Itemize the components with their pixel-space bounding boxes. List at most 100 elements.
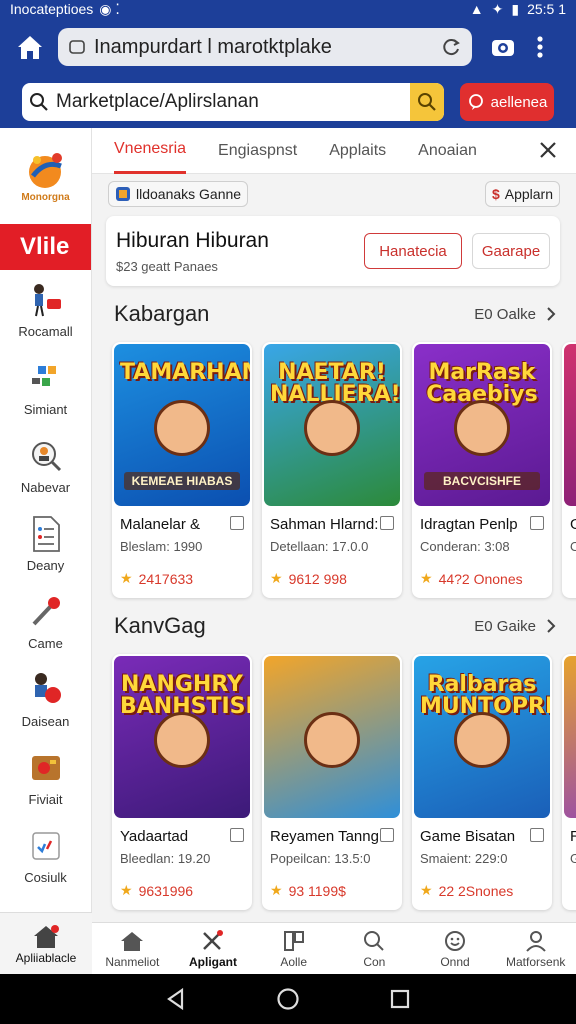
home-button[interactable] bbox=[10, 27, 50, 67]
download-icon[interactable] bbox=[230, 828, 244, 842]
status-carrier-text: Inocateptioes bbox=[10, 1, 94, 17]
app-card[interactable]: NANGHRY BANHSTISE Yadaartad Bleedlan: 19.2… bbox=[112, 654, 252, 910]
app-rating: ★ 44?2 Onones bbox=[420, 570, 552, 587]
rating-value: 22 2Snones bbox=[438, 882, 514, 899]
app-thumbnail[interactable]: Ralbaras MUNTOPRHS bbox=[414, 656, 550, 818]
see-all-link[interactable]: E0 Gaike bbox=[474, 618, 556, 635]
download-icon[interactable] bbox=[530, 516, 544, 530]
notification-icon: ◉ ⁚ bbox=[99, 0, 120, 17]
app-thumbnail[interactable] bbox=[564, 656, 576, 818]
app-meta: Conderan: 3:08 bbox=[420, 539, 510, 554]
app-thumbnail[interactable]: TAMARHAM! KEMEAE HIABAS bbox=[114, 344, 250, 506]
star-icon: ★ bbox=[270, 570, 283, 586]
chevron-right-icon bbox=[547, 307, 556, 321]
browser-toolbar: Inampurdart l marotktplake bbox=[0, 18, 576, 76]
tab-engiaspnst[interactable]: Engiaspnst bbox=[218, 128, 297, 174]
sidebar-item-deany[interactable]: Deany bbox=[0, 504, 91, 582]
address-bar[interactable]: Inampurdart l marotktplake bbox=[58, 28, 472, 66]
bottom-nav-item[interactable]: Nanmeliot bbox=[92, 923, 173, 974]
search-icon bbox=[418, 93, 436, 111]
search-submit-button[interactable] bbox=[410, 83, 444, 121]
account-button[interactable]: aellenea bbox=[460, 83, 554, 121]
app-meta: Gc bbox=[570, 851, 576, 866]
sidebar-home-tab[interactable]: Apliiablacle bbox=[0, 912, 92, 974]
sidebar-item-active[interactable]: Vlile bbox=[0, 224, 91, 270]
tab-anoaian[interactable]: Anoaian bbox=[418, 128, 477, 174]
sidebar-item-label: Fiviait bbox=[28, 791, 63, 807]
bottom-nav-label: Onnd bbox=[440, 954, 470, 969]
promo-primary-button[interactable]: Hanatecia bbox=[364, 233, 462, 269]
apply-filter-chip[interactable]: $ Applarn bbox=[484, 181, 560, 207]
tabs-button[interactable] bbox=[488, 32, 518, 62]
bottom-nav-item[interactable]: Matforsenk bbox=[495, 923, 576, 974]
chip-label: lldoanaks Ganne bbox=[136, 186, 242, 202]
account-button-label: aellenea bbox=[490, 93, 548, 111]
download-icon[interactable] bbox=[530, 828, 544, 842]
app-name: Yadaartad bbox=[120, 828, 189, 845]
marketplace-search-bar: Marketplace/Aplirslanan aellenea bbox=[0, 76, 576, 128]
bottom-nav-label: Apligant bbox=[189, 954, 237, 969]
app-name: Ga bbox=[570, 516, 576, 533]
tab-vnenesria[interactable]: Vnenesria bbox=[114, 128, 187, 174]
app-thumbnail[interactable]: NANGHRY BANHSTISE bbox=[114, 656, 250, 818]
app-card[interactable]: NAETAR! NALLIERA! Sahman Hlarnd: Detellaan… bbox=[262, 342, 402, 598]
person-cart-icon bbox=[26, 280, 66, 320]
app-card[interactable]: TAMARHAM! KEMEAE HIABAS Malanelar & Bleslam… bbox=[112, 342, 252, 598]
promo-secondary-button[interactable]: Gaarape bbox=[472, 233, 550, 269]
rating-value: 9612 998 bbox=[288, 570, 347, 587]
download-icon[interactable] bbox=[230, 516, 244, 530]
bottom-nav-item[interactable]: Apligant bbox=[173, 923, 254, 974]
app-card[interactable]: Ga Or bbox=[562, 342, 576, 598]
games-filter-chip[interactable]: lldoanaks Ganne bbox=[108, 181, 249, 207]
sidebar-item-cosiulk[interactable]: Cosiulk bbox=[0, 816, 91, 894]
bottom-nav-item[interactable]: Aolle bbox=[253, 923, 334, 974]
app-thumbnail[interactable] bbox=[264, 656, 400, 818]
app-thumbnail[interactable]: MarRask Caaebiys BACVCISHFE bbox=[414, 344, 550, 506]
close-icon[interactable] bbox=[538, 140, 558, 160]
rating-value: 93 1199$ bbox=[288, 882, 346, 899]
reload-icon[interactable] bbox=[440, 36, 462, 58]
app-sections: Kabargan E0 Oalke TAMARHAM! KEMEAE HIABAS Ma… bbox=[92, 286, 576, 910]
app-meta: Popeilcan: 13.5:0 bbox=[270, 851, 371, 866]
see-all-link[interactable]: E0 Oalke bbox=[474, 306, 556, 323]
bottom-nav-item[interactable]: Onnd bbox=[415, 923, 496, 974]
character-illustration bbox=[154, 400, 210, 456]
logo-icon bbox=[28, 152, 62, 188]
sidebar-item-label: Nabevar bbox=[20, 479, 71, 495]
lock-icon bbox=[69, 40, 85, 54]
tools-icon bbox=[200, 929, 226, 953]
overflow-menu-button[interactable] bbox=[530, 32, 550, 62]
blocks-icon bbox=[26, 358, 66, 398]
recents-icon[interactable] bbox=[388, 987, 412, 1011]
category-sidebar: Monorgna Vlile Rocamall Simiant Nabevar … bbox=[0, 128, 92, 974]
download-icon[interactable] bbox=[380, 516, 394, 530]
brand-logo[interactable]: Monorgna bbox=[0, 128, 91, 224]
home-icon bbox=[119, 929, 145, 953]
download-icon[interactable] bbox=[380, 828, 394, 842]
sidebar-item-label: Rocamall bbox=[18, 323, 73, 339]
bottom-nav-label: Aolle bbox=[280, 954, 308, 969]
search-input[interactable]: Marketplace/Aplirslanan bbox=[22, 83, 444, 121]
character-illustration bbox=[454, 400, 510, 456]
app-thumbnail[interactable]: NAETAR! NALLIERA! bbox=[264, 344, 400, 506]
app-card[interactable]: Re Gc bbox=[562, 654, 576, 910]
sidebar-bottom-label: Apliiablacle bbox=[15, 950, 77, 965]
back-icon[interactable] bbox=[164, 987, 188, 1011]
rating-value: 9631996 bbox=[138, 882, 194, 899]
search-icon bbox=[22, 92, 56, 112]
app-card[interactable]: Reyamen Tanng Popeilcan: 13.5:0 ★ 93 1199$ bbox=[262, 654, 402, 910]
bottom-nav-item[interactable]: Con bbox=[334, 923, 415, 974]
sidebar-item-came[interactable]: Came bbox=[0, 582, 91, 660]
sidebar-item-rocamall[interactable]: Rocamall bbox=[0, 270, 91, 348]
sidebar-item-fiviait[interactable]: Fiviait bbox=[0, 738, 91, 816]
sidebar-item-nabevar[interactable]: Nabevar bbox=[0, 426, 91, 504]
filter-chip-row: lldoanaks Ganne $ Applarn bbox=[92, 174, 576, 214]
app-card[interactable]: MarRask Caaebiys BACVCISHFE Idragtan Penlp… bbox=[412, 342, 552, 598]
home-circle-icon[interactable] bbox=[276, 987, 300, 1011]
sidebar-item-simiant[interactable]: Simiant bbox=[0, 348, 91, 426]
sidebar-item-daisean[interactable]: Daisean bbox=[0, 660, 91, 738]
tab-applaits[interactable]: Applaits bbox=[329, 128, 386, 174]
smile-icon bbox=[442, 929, 468, 953]
app-card[interactable]: Ralbaras MUNTOPRHS Game Bisatan Smaient: 2… bbox=[412, 654, 552, 910]
app-thumbnail[interactable] bbox=[564, 344, 576, 506]
